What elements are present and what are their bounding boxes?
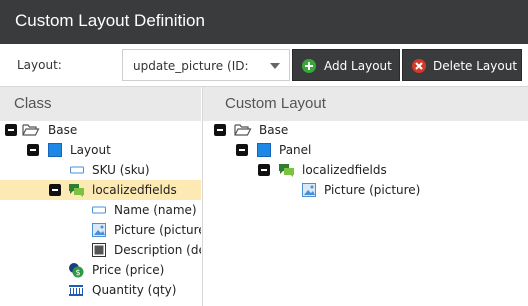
chat-bubbles-icon bbox=[68, 182, 84, 198]
layout-node-picture[interactable]: Picture (picture) bbox=[203, 180, 528, 200]
custom-layout-panel-title: Custom Layout bbox=[225, 95, 326, 112]
delete-layout-button[interactable]: Delete Layout bbox=[402, 49, 522, 81]
window-title: Custom Layout Definition bbox=[15, 11, 205, 30]
layout-node-localizedfields[interactable]: localizedfields bbox=[203, 160, 528, 180]
tree-node-label: Price (price) bbox=[92, 263, 165, 277]
tree-node-sku[interactable]: SKU (sku) bbox=[0, 160, 201, 180]
folder-open-icon bbox=[22, 122, 40, 138]
layout-label: Layout: bbox=[17, 58, 62, 72]
tree-node-label: SKU (sku) bbox=[92, 163, 150, 177]
class-panel-title: Class bbox=[14, 95, 52, 112]
tree-node-localizedfields[interactable]: localizedfields bbox=[0, 180, 201, 200]
coin-dollar-icon: $ bbox=[68, 262, 84, 278]
chat-bubbles-icon bbox=[278, 162, 294, 178]
layout-node-base[interactable]: Base bbox=[203, 120, 528, 140]
layout-icon bbox=[256, 142, 272, 158]
chevron-down-icon[interactable] bbox=[270, 63, 280, 69]
textarea-icon bbox=[91, 242, 107, 258]
svg-text:$: $ bbox=[75, 268, 80, 277]
add-layout-label: Add Layout bbox=[324, 59, 392, 73]
collapse-icon[interactable] bbox=[236, 144, 248, 156]
tree-node-label: localizedfields bbox=[302, 163, 387, 177]
tree-node-label: localizedfields bbox=[92, 183, 177, 197]
title-bar: Custom Layout Definition bbox=[0, 0, 528, 44]
tree-node-label: Quantity (qty) bbox=[92, 283, 177, 297]
tree-node-price[interactable]: $ Price (price) bbox=[0, 260, 201, 280]
input-field-icon bbox=[69, 162, 85, 178]
tree-node-picture[interactable]: Picture (picture) bbox=[0, 220, 201, 240]
tree-node-layout[interactable]: Layout bbox=[0, 140, 201, 160]
custom-layout-tree-panel: Custom Layout Base Panel localizedfields… bbox=[202, 87, 528, 306]
tree-node-label: Picture (picture) bbox=[324, 183, 421, 197]
tree-node-label: Base bbox=[259, 123, 289, 137]
image-icon bbox=[91, 222, 107, 238]
tree-node-label: Picture (picture) bbox=[114, 223, 201, 237]
layout-toolbar: Layout: update_picture (ID: Add Layout D… bbox=[0, 44, 528, 87]
tree-node-label: Layout bbox=[70, 143, 111, 157]
layout-select[interactable]: update_picture (ID: bbox=[122, 49, 290, 81]
class-tree-panel: Class Base Layout SKU (sku) localizedfie… bbox=[0, 87, 201, 306]
image-icon bbox=[301, 182, 317, 198]
numeric-icon bbox=[68, 282, 84, 298]
class-panel-header: Class bbox=[0, 87, 201, 121]
tree-node-description[interactable]: Description (description) bbox=[0, 240, 201, 260]
add-layout-button[interactable]: Add Layout bbox=[292, 49, 400, 81]
close-circle-icon bbox=[412, 59, 426, 73]
collapse-icon[interactable] bbox=[49, 184, 61, 196]
tree-node-label: Panel bbox=[279, 143, 312, 157]
collapse-icon[interactable] bbox=[27, 144, 39, 156]
collapse-icon[interactable] bbox=[5, 124, 17, 136]
plus-circle-icon bbox=[302, 59, 316, 73]
tree-node-name[interactable]: Name (name) bbox=[0, 200, 201, 220]
custom-layout-panel-header: Custom Layout bbox=[203, 87, 528, 121]
collapse-icon[interactable] bbox=[258, 164, 270, 176]
input-field-icon bbox=[91, 202, 107, 218]
tree-node-base[interactable]: Base bbox=[0, 120, 201, 140]
tree-node-label: Name (name) bbox=[114, 203, 197, 217]
layout-icon bbox=[47, 142, 63, 158]
layout-select-value: update_picture (ID: bbox=[133, 59, 249, 73]
tree-node-label: Base bbox=[48, 123, 78, 137]
delete-layout-label: Delete Layout bbox=[433, 59, 518, 73]
folder-open-icon bbox=[234, 122, 252, 138]
tree-node-quantity[interactable]: Quantity (qty) bbox=[0, 280, 201, 300]
layout-node-panel[interactable]: Panel bbox=[203, 140, 528, 160]
tree-node-label: Description (description) bbox=[114, 243, 201, 257]
collapse-icon[interactable] bbox=[214, 124, 226, 136]
